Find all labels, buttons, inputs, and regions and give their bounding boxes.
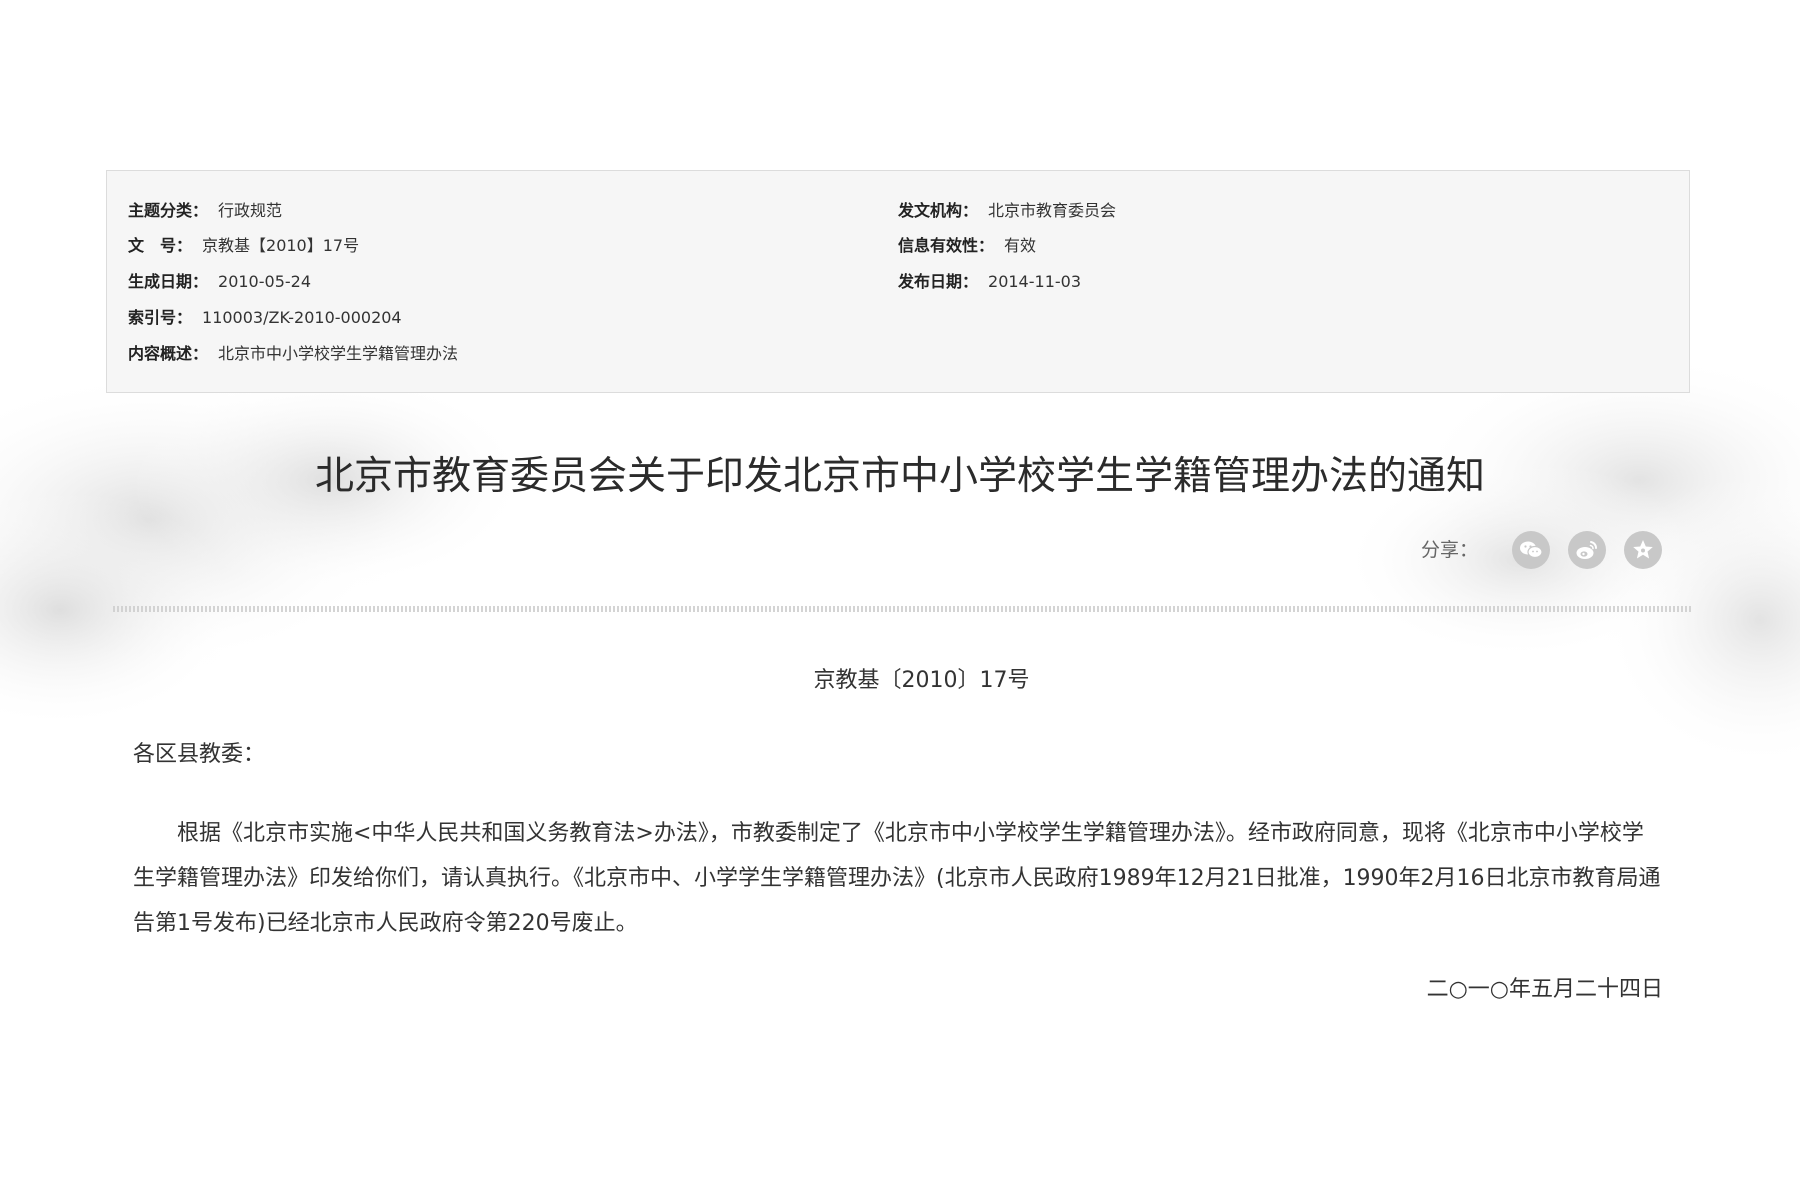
meta-index-number-value: 110003/ZK-2010-000204 — [202, 308, 402, 327]
salutation: 各区县教委： — [133, 742, 266, 767]
document-metadata-panel: 主题分类： 行政规范 文 号： 京教基【2010】17号 生成日期： 2010-05-… — [106, 170, 1690, 393]
meta-summary-value: 北京市中小学校学生学籍管理办法 — [218, 344, 459, 363]
favorite-star-icon — [1633, 540, 1653, 559]
meta-summary-label: 内容概述： — [128, 344, 209, 363]
meta-created-date: 生成日期： 2010-05-24 — [128, 272, 311, 292]
title-divider — [113, 606, 1691, 612]
meta-published-date-value: 2014-11-03 — [988, 272, 1081, 291]
meta-issuer-label: 发文机构： — [898, 201, 979, 220]
meta-validity-value: 有效 — [1004, 236, 1037, 255]
share-favorite-button[interactable] — [1624, 531, 1662, 569]
meta-doc-number: 文 号： 京教基【2010】17号 — [128, 236, 359, 256]
meta-index-number-label: 索引号： — [128, 308, 193, 327]
meta-published-date-label: 发布日期： — [898, 272, 979, 291]
meta-issuer-value: 北京市教育委员会 — [988, 201, 1117, 220]
meta-validity: 信息有效性： 有效 — [898, 236, 1036, 256]
meta-index-number: 索引号： 110003/ZK-2010-000204 — [128, 308, 402, 328]
meta-doc-number-value: 京教基【2010】17号 — [202, 236, 360, 255]
document-number: 京教基〔2010〕17号 — [813, 668, 1030, 693]
meta-category: 主题分类： 行政规范 — [128, 201, 282, 221]
meta-validity-label: 信息有效性： — [898, 236, 995, 255]
meta-created-date-value: 2010-05-24 — [218, 272, 311, 291]
wechat-icon — [1520, 541, 1543, 559]
article-title: 北京市教育委员会关于印发北京市中小学校学生学籍管理办法的通知 — [314, 454, 1485, 499]
meta-summary: 内容概述： 北京市中小学校学生学籍管理办法 — [128, 344, 458, 364]
weibo-icon — [1576, 541, 1598, 559]
meta-category-label: 主题分类： — [128, 201, 209, 220]
meta-issuer: 发文机构： 北京市教育委员会 — [898, 201, 1116, 221]
share-label: 分享： — [1421, 539, 1479, 561]
signature-date: 二○一○年五月二十四日 — [1426, 977, 1663, 1002]
meta-category-value: 行政规范 — [218, 201, 283, 220]
meta-doc-number-label: 文 号： — [128, 236, 193, 255]
meta-created-date-label: 生成日期： — [128, 272, 209, 291]
meta-published-date: 发布日期： 2014-11-03 — [898, 272, 1081, 292]
share-weibo-button[interactable] — [1568, 531, 1606, 569]
article-body-paragraph: 根据《北京市实施<中华人民共和国义务教育法>办法》，市教委制定了《北京市中小学校… — [133, 821, 1661, 936]
share-wechat-button[interactable] — [1512, 531, 1550, 569]
ink-wash-mountains-background — [0, 360, 1800, 770]
